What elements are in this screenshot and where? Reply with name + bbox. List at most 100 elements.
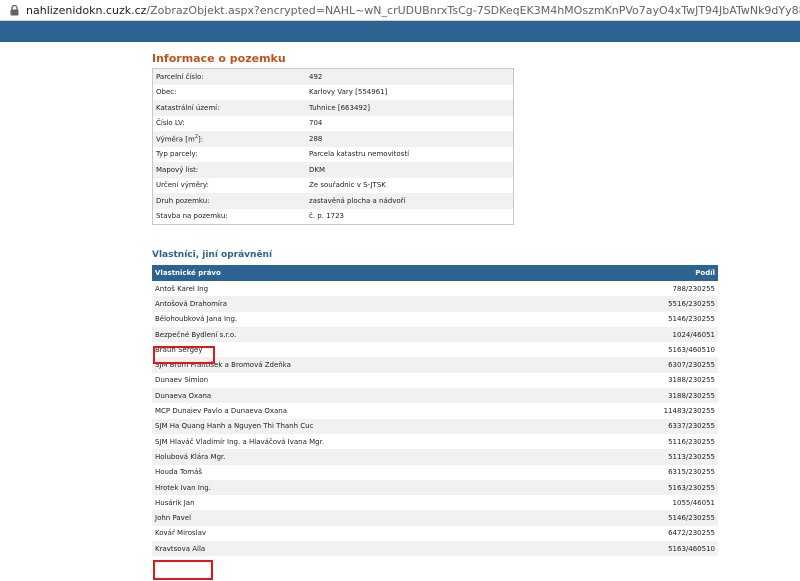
column-header-owner: Vlastnické právo <box>152 265 579 281</box>
table-row: Antoš Karel Ing 788/230255 <box>152 281 718 297</box>
owner-name: Bezpečné Bydlení s.r.o. <box>152 326 579 343</box>
owner-name: Dunaeva Oxana <box>152 388 579 404</box>
highlight-box-braun-sergey <box>153 346 215 364</box>
row-label: Obec: <box>152 84 306 100</box>
table-row: Číslo LV: 704 <box>152 115 514 131</box>
owner-share: 6472/230255 <box>578 525 718 542</box>
owner-share: 6337/230255 <box>578 418 718 434</box>
row-value: č. p. 1723 <box>306 208 514 225</box>
owner-share: 6315/230255 <box>578 464 718 480</box>
row-value: zastavěná plocha a nádvoří <box>306 193 514 209</box>
row-label: Číslo LV: <box>152 115 306 131</box>
owner-name: Kravtsova Alla <box>152 541 579 557</box>
table-row: Bělohoubková Jana Ing. 5146/230255 <box>152 311 718 327</box>
section-heading-owners: Vlastníci, jiní oprávnění <box>152 250 273 260</box>
lock-icon <box>8 3 20 17</box>
owner-name: Dunaev Simion <box>152 372 579 389</box>
row-value: 492 <box>306 68 514 85</box>
owner-name: Holubová Klára Mgr. <box>152 449 579 465</box>
url-path: /ZobrazObjekt.aspx?encrypted=NAHL~wN_crU… <box>146 3 800 17</box>
owner-share: 3188/230255 <box>578 388 718 404</box>
row-label: Parcelní číslo: <box>152 68 306 85</box>
site-header-banner <box>0 21 800 42</box>
owner-name: Braun Sergey <box>152 342 579 358</box>
table-row: Hrotek Ivan Ing. 5163/230255 <box>152 479 718 496</box>
highlight-box-kravtsova-alla <box>153 560 213 580</box>
table-row: Dunaeva Oxana 3188/230255 <box>152 388 718 404</box>
owner-name: Antošová Drahomíra <box>152 296 579 312</box>
owner-share: 5146/230255 <box>578 510 718 526</box>
row-label-text: Výměra [m <box>156 135 195 144</box>
owner-name: SJM Brom František a Bromová Zdeňka <box>152 357 579 373</box>
table-row: SJM Hlaváč Vladimír Ing. a Hlaváčová Iva… <box>152 433 718 450</box>
table-row: Holubová Klára Mgr. 5113/230255 <box>152 449 718 465</box>
row-value: Tuhnice [663492] <box>306 100 514 116</box>
url-domain: nahlizenidokn.cuzk.cz <box>26 3 147 17</box>
owner-share: 5116/230255 <box>578 433 718 450</box>
row-label: Typ parcely: <box>152 146 306 162</box>
owner-name: SJM Hlaváč Vladimír Ing. a Hlaváčová Iva… <box>152 433 579 450</box>
url-text[interactable]: nahlizenidokn.cuzk.cz/ZobrazObjekt.aspx?… <box>26 4 800 17</box>
section-heading-parcel-info: Informace o pozemku <box>152 52 286 65</box>
owner-name: Hrotek Ivan Ing. <box>152 479 579 496</box>
row-label: Stavba na pozemku: <box>152 208 306 225</box>
table-row: Bezpečné Bydlení s.r.o. 1024/46051 <box>152 326 718 343</box>
owner-share: 5163/230255 <box>578 479 718 496</box>
owner-name: Antoš Karel Ing <box>152 281 579 297</box>
row-value: DKM <box>306 162 514 178</box>
row-value: 288 <box>306 131 514 147</box>
column-header-share: Podíl <box>578 265 718 281</box>
table-row: Výměra [m2]: 288 <box>152 131 514 147</box>
row-label: Druh pozemku: <box>152 193 306 209</box>
table-row: Kovář Miroslav 6472/230255 <box>152 525 718 542</box>
table-row: Katastrální území: Tuhnice [663492] <box>152 100 514 116</box>
owner-share: 11483/230255 <box>578 403 718 419</box>
table-row: Druh pozemku: zastavěná plocha a nádvoří <box>152 193 514 209</box>
table-row: Dunaev Simion 3188/230255 <box>152 372 718 389</box>
table-row: SJM Brom František a Bromová Zdeňka 6307/… <box>152 357 718 373</box>
row-value: 704 <box>306 115 514 131</box>
owners-table: Vlastnické právo Podíl Antoš Karel Ing 78… <box>152 265 718 557</box>
row-label: Výměra [m2]: <box>152 131 306 147</box>
row-value: Ze souřadnic v S-JTSK <box>306 177 514 193</box>
owner-share: 5113/230255 <box>578 449 718 465</box>
owner-name: Kovář Miroslav <box>152 525 579 542</box>
owner-name: Husárik Jan <box>152 495 579 511</box>
table-row: MCP Dunaiev Pavlo a Dunaeva Oxana 11483/2… <box>152 403 718 419</box>
table-row: Parcelní číslo: 492 <box>152 68 514 85</box>
owner-share: 5163/460510 <box>578 342 718 358</box>
address-bar[interactable]: nahlizenidokn.cuzk.cz/ZobrazObjekt.aspx?… <box>0 0 800 21</box>
table-row: SJM Ha Quang Hanh a Nguyen Thi Thanh Cuc… <box>152 418 718 434</box>
table-row: John Pavel 5146/230255 <box>152 510 718 526</box>
row-label: Mapový list: <box>152 162 306 178</box>
row-value: Karlovy Vary [554961] <box>306 84 514 100</box>
owner-name: Houda Tomáš <box>152 464 579 480</box>
table-row: Obec: Karlovy Vary [554961] <box>152 84 514 100</box>
owner-name: John Pavel <box>152 510 579 526</box>
owner-share: 6307/230255 <box>578 357 718 373</box>
table-row: Braun Sergey 5163/460510 <box>152 342 718 358</box>
owner-share: 1024/46051 <box>578 326 718 343</box>
table-header-row: Vlastnické právo Podíl <box>152 265 718 281</box>
owner-share: 788/230255 <box>578 281 718 297</box>
row-label: Katastrální území: <box>152 100 306 116</box>
table-row: Kravtsova Alla 5163/460510 <box>152 541 718 557</box>
owner-share: 3188/230255 <box>578 372 718 389</box>
row-value: Parcela katastru nemovitostí <box>306 146 514 162</box>
table-row: Typ parcely: Parcela katastru nemovitostí <box>152 146 514 162</box>
owner-name: Bělohoubková Jana Ing. <box>152 311 579 327</box>
row-label-end: ]: <box>198 135 204 144</box>
owner-share: 5146/230255 <box>578 311 718 327</box>
row-label: Určení výměry: <box>152 177 306 193</box>
owner-share: 5163/460510 <box>578 541 718 557</box>
owner-name: MCP Dunaiev Pavlo a Dunaeva Oxana <box>152 403 579 419</box>
table-row: Stavba na pozemku: č. p. 1723 <box>152 208 514 225</box>
table-row: Určení výměry: Ze souřadnic v S-JTSK <box>152 177 514 193</box>
table-row: Houda Tomáš 6315/230255 <box>152 464 718 480</box>
table-row: Antošová Drahomíra 5516/230255 <box>152 296 718 312</box>
table-row: Mapový list: DKM <box>152 162 514 178</box>
owner-share: 5516/230255 <box>578 296 718 312</box>
owner-share: 1055/46051 <box>578 495 718 511</box>
owner-name: SJM Ha Quang Hanh a Nguyen Thi Thanh Cuc <box>152 418 579 434</box>
parcel-info-table: Parcelní číslo: 492 Obec: Karlovy Vary [55… <box>152 68 514 225</box>
